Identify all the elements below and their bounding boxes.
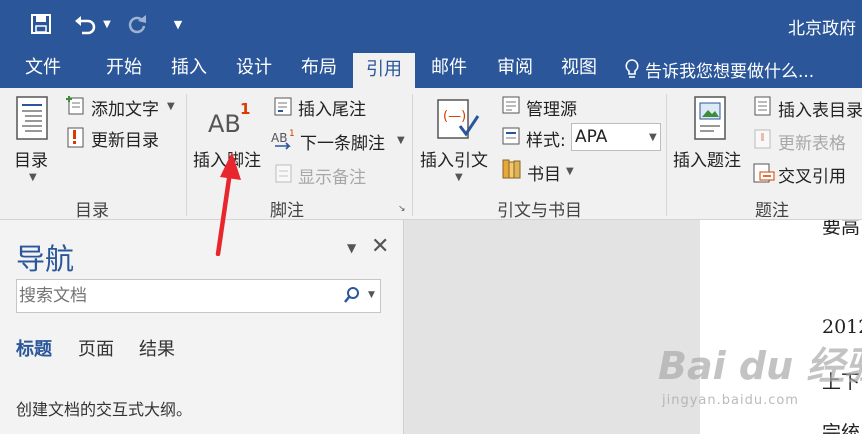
group-separator [666,94,667,216]
show-notes-button[interactable]: 显示备注 [298,163,366,188]
nav-tab-headings[interactable]: 标题 [16,335,52,361]
group-label-captions: 题注 [755,201,789,221]
lightbulb-icon [624,58,640,80]
group-label-toc: 目录 [75,201,109,221]
tab-file[interactable]: 文件 [14,50,72,88]
annotation-arrow [215,152,241,256]
update-table-icon [752,128,774,154]
tab-design[interactable]: 设计 [225,50,283,88]
navigation-search-box: ▼ [16,279,381,313]
show-notes-icon [273,162,295,188]
update-table-button[interactable]: 更新表格 [778,129,846,154]
tab-view[interactable]: 视图 [550,50,608,88]
title-bar: ▼ ▼ 北京政府 [0,0,862,50]
ribbon: 目录 ▼ 添加文字 ▼ 更新目录 目录 AB 1 插入脚注 插入尾注 AB 1 下… [0,88,862,221]
table-of-contents-icon[interactable] [16,96,48,144]
group-separator [412,94,413,216]
watermark: Bai du 经验 [658,344,862,388]
insert-caption-button[interactable]: 插入题注 [673,146,741,171]
insert-caption-icon[interactable] [694,96,726,144]
tab-layout[interactable]: 布局 [290,50,348,88]
dialog-launcher-icon[interactable]: ↘ [398,204,406,214]
svg-text:(—): (—) [443,109,466,124]
page-text-line: 完统 [822,422,861,434]
footnote-icon-superscript: 1 [240,102,250,118]
tab-insert[interactable]: 插入 [160,50,218,88]
group-label-footnotes: 脚注 [270,201,304,221]
toc-button[interactable]: 目录 [14,146,48,171]
update-toc-button[interactable]: 更新目录 [91,126,159,151]
document-title: 北京政府 [788,19,856,39]
cross-reference-button[interactable]: 交叉引用 [778,162,846,187]
ribbon-tab-bar: 文件 开始 插入 设计 布局 引用 邮件 审阅 视图 告诉我您想要做什么... [0,50,862,88]
nav-tab-results[interactable]: 结果 [139,335,175,361]
navigation-title: 导航 [16,242,75,276]
chevron-down-icon[interactable]: ▼ [397,135,405,146]
group-separator [186,94,187,216]
undo-icon[interactable] [70,9,100,39]
update-table-icon [65,125,87,153]
svg-text:AB: AB [271,131,287,145]
tab-mailings[interactable]: 邮件 [420,50,478,88]
cross-reference-icon [752,161,776,189]
citation-style-value: APA [575,127,608,147]
tell-me-text: 告诉我您想要做什么... [645,61,815,82]
tab-review[interactable]: 审阅 [486,50,544,88]
style-icon [500,125,522,151]
add-text-button[interactable]: 添加文字 [91,95,159,120]
citation-style-select[interactable]: APA ▼ [571,123,661,151]
bibliography-button[interactable]: 书目 [527,160,561,185]
chevron-down-icon[interactable]: ▼ [649,132,657,143]
search-icon[interactable] [344,286,360,308]
save-icon[interactable] [26,9,56,39]
undo-dropdown-icon[interactable]: ▼ [100,9,114,39]
tab-references[interactable]: 引用 [353,53,415,88]
footnote-icon-text: AB [208,110,241,136]
style-label: 样式: [526,131,566,151]
insert-citation-button[interactable]: 插入引文 [420,146,488,171]
next-footnote-icon: AB 1 [271,128,297,154]
chevron-down-icon[interactable]: ▼ [29,172,37,183]
next-footnote-button[interactable]: 下一条脚注 [300,129,385,154]
navigation-description: 创建文档的交互式大纲。 [16,400,193,419]
nav-tab-pages[interactable]: 页面 [78,335,114,361]
page-text-line: 要高 [822,220,861,238]
add-text-icon [65,94,87,120]
close-icon[interactable]: ✕ [371,234,389,259]
tell-me-box[interactable]: 告诉我您想要做什么... [624,50,814,88]
svg-text:1: 1 [289,129,295,139]
search-input[interactable] [19,284,329,308]
watermark-url: jingyan.baidu.com [662,393,799,408]
navigation-pane: 导航 ▼ ✕ ▼ 标题 页面 结果 创建文档的交互式大纲。 [0,220,404,434]
insert-footnote-icon[interactable]: AB 1 [208,100,254,140]
pane-options-icon[interactable]: ▼ [347,241,356,255]
insert-citation-icon[interactable]: (—) [436,96,480,146]
group-label-citations: 引文与书目 [497,201,582,221]
insert-table-of-figures-button[interactable]: 插入表目录 [778,96,862,121]
chevron-down-icon[interactable]: ▼ [368,290,375,300]
insert-endnote-icon [273,95,295,121]
bibliography-icon [500,157,524,185]
insert-endnote-button[interactable]: 插入尾注 [298,95,366,120]
chevron-down-icon[interactable]: ▼ [566,166,574,177]
table-of-figures-icon [752,95,774,121]
chevron-down-icon[interactable]: ▼ [455,172,463,183]
tab-home[interactable]: 开始 [95,50,153,88]
manage-sources-button[interactable]: 管理源 [526,95,577,120]
customize-quick-access-icon[interactable]: ▼ [168,9,188,39]
chevron-down-icon[interactable]: ▼ [167,101,175,112]
manage-sources-icon [500,94,522,120]
redo-icon[interactable] [122,9,152,39]
